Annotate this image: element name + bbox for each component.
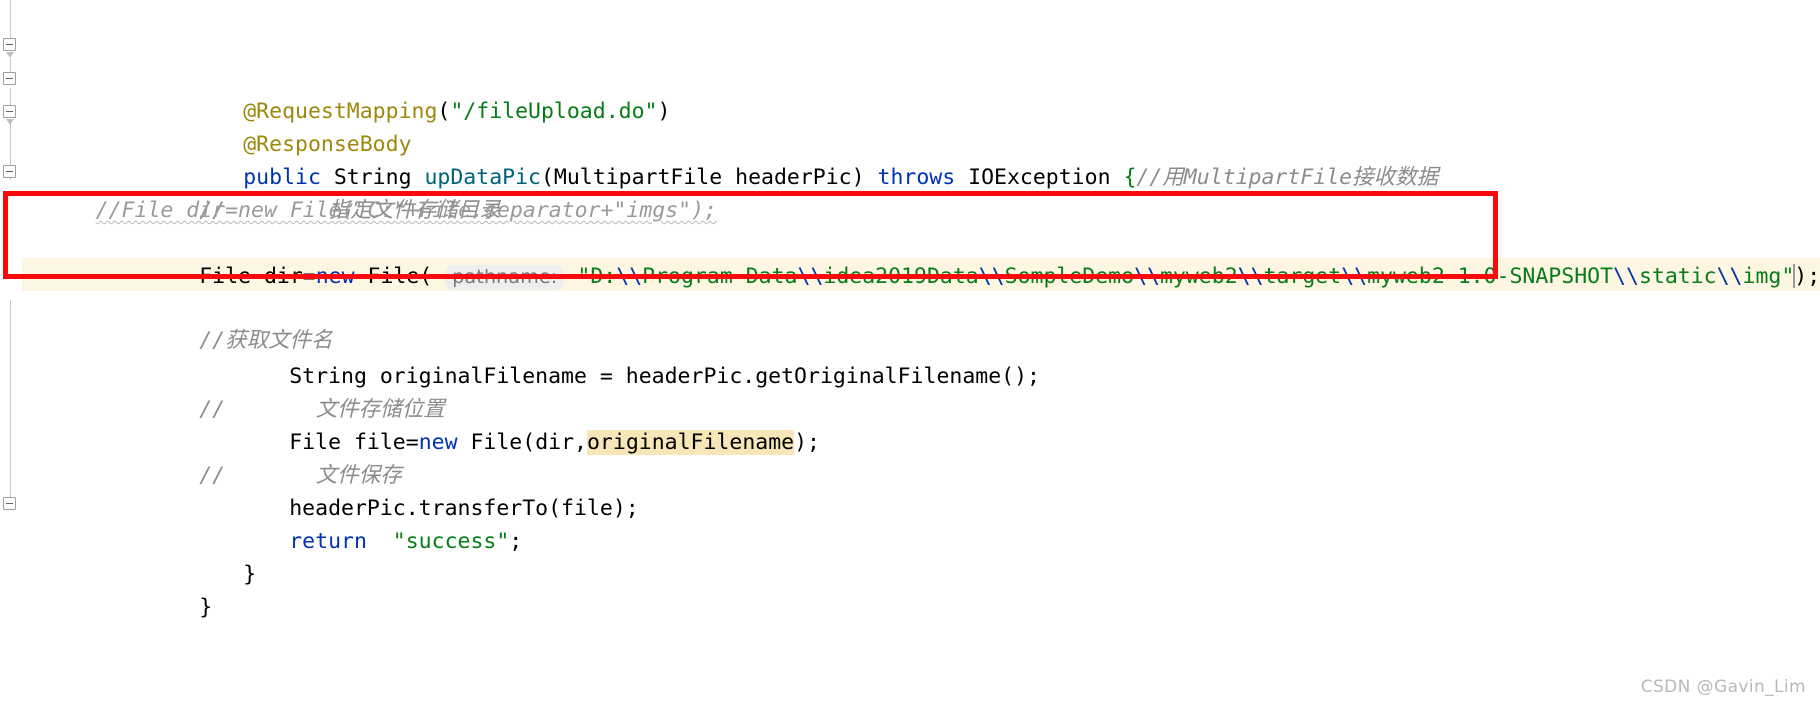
code-line[interactable]: headerPic.transferTo(file); (0, 426, 1820, 521)
code-line[interactable]: } (0, 492, 1820, 587)
code-line[interactable]: //File dir=new File("C:"+File.separator+… (0, 161, 1820, 223)
code-line-file-dir[interactable]: File dir=new File( pathname: "D:\\Progra… (0, 194, 1820, 290)
code-line[interactable]: return "success"; (0, 459, 1820, 554)
csdn-watermark: CSDN @Gavin_Lim (1640, 677, 1806, 697)
comment-text: //获取文件名 (199, 328, 333, 353)
code-line[interactable]: // 文件保存 (0, 393, 1820, 488)
code-line[interactable]: } (0, 525, 1820, 620)
closing-brace: } (243, 562, 257, 587)
code-line[interactable]: public String upDataPic(MultipartFile he… (0, 95, 1820, 190)
code-content[interactable]: @RequestMapping("/fileUpload.do") @Respo… (0, 0, 1820, 705)
code-line[interactable]: //获取文件名 (0, 258, 1820, 353)
closing-brace: } (199, 595, 213, 620)
code-line[interactable]: // 指定文件存储目录 (0, 128, 1820, 223)
code-line[interactable]: @ResponseBody (0, 62, 1820, 157)
code-editor[interactable]: @RequestMapping("/fileUpload.do") @Respo… (0, 0, 1820, 705)
code-line[interactable]: @RequestMapping("/fileUpload.do") (0, 29, 1820, 124)
